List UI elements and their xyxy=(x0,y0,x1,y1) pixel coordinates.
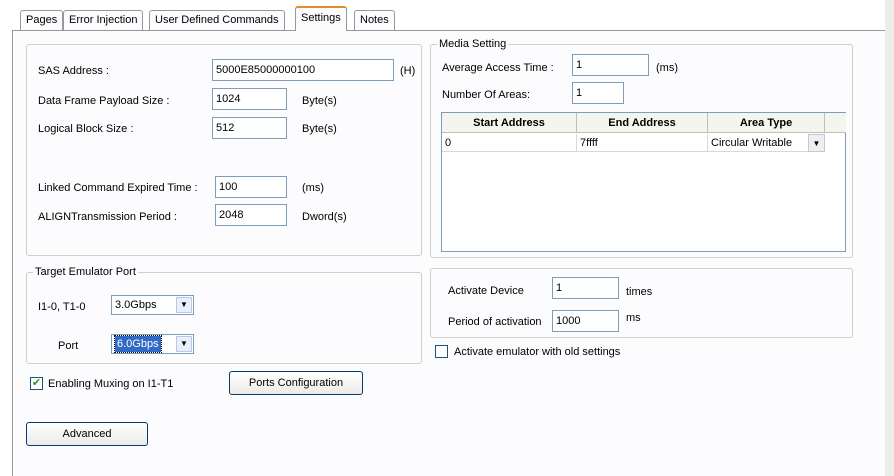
chevron-down-icon[interactable]: ▼ xyxy=(176,297,192,313)
cell-end-address[interactable]: 7ffff xyxy=(577,134,708,152)
payload-size-input[interactable]: 1024 xyxy=(212,88,287,110)
block-size-unit: Byte(s) xyxy=(302,123,337,135)
column-header-start-address[interactable]: Start Address xyxy=(442,113,577,133)
media-setting-title: Media Setting xyxy=(437,37,509,51)
port-speed-select[interactable]: 6.0Gbps ▼ xyxy=(111,334,194,354)
area-type-dropdown-icon[interactable]: ▼ xyxy=(808,134,825,152)
port-speed-value: 6.0Gbps xyxy=(114,335,162,353)
window-edge xyxy=(885,0,894,476)
muxing-label[interactable]: Enabling Muxing on I1-T1 xyxy=(48,377,173,391)
access-time-input[interactable]: 1 xyxy=(572,54,649,76)
align-period-label: ALIGNTransmission Period : xyxy=(38,211,177,223)
tab-label: Pages xyxy=(26,14,58,26)
port-label: Port xyxy=(58,340,79,352)
access-time-label: Average Access Time : xyxy=(442,62,554,74)
period-activation-label: Period of activation xyxy=(448,316,542,328)
linked-command-input[interactable]: 100 xyxy=(215,176,287,198)
tab-pages[interactable]: Pages xyxy=(20,10,64,30)
number-of-areas-label: Number Of Areas: xyxy=(442,89,531,101)
areas-table[interactable]: Start Address End Address Area Type 0 7f… xyxy=(441,112,846,252)
access-time-unit: (ms) xyxy=(656,62,678,74)
sas-address-label: SAS Address : xyxy=(38,65,109,77)
period-activation-input[interactable]: 1000 xyxy=(552,310,619,332)
number-of-areas-input[interactable]: 1 xyxy=(572,82,624,104)
ports-configuration-button[interactable]: Ports Configuration xyxy=(229,371,363,395)
linked-command-unit: (ms) xyxy=(302,182,324,194)
old-settings-checkbox[interactable] xyxy=(435,345,448,358)
tab-label: Settings xyxy=(301,12,341,24)
sas-address-unit: (H) xyxy=(400,65,416,77)
advanced-button[interactable]: Advanced xyxy=(26,422,148,446)
tab-label: Notes xyxy=(360,14,389,26)
align-period-unit: Dword(s) xyxy=(302,211,347,223)
payload-size-unit: Byte(s) xyxy=(302,95,337,107)
activate-device-label: Activate Device xyxy=(448,285,524,297)
column-header-filler xyxy=(825,113,846,133)
linked-command-label: Linked Command Expired Time : xyxy=(38,182,198,194)
target-emulator-port-title: Target Emulator Port xyxy=(33,265,138,279)
i1-t1-speed-value: 3.0Gbps xyxy=(115,299,157,311)
column-header-end-address[interactable]: End Address xyxy=(577,113,708,133)
tab-error-injection[interactable]: Error Injection xyxy=(63,10,144,30)
i1-t1-label: I1-0, T1-0 xyxy=(38,301,86,313)
cell-area-type[interactable]: Circular Writable xyxy=(708,134,808,152)
old-settings-label[interactable]: Activate emulator with old settings xyxy=(454,345,620,359)
column-header-area-type[interactable]: Area Type xyxy=(708,113,825,133)
payload-size-label: Data Frame Payload Size : xyxy=(38,95,170,107)
target-emulator-port-group: Target Emulator Port xyxy=(26,265,422,364)
tab-label: User Defined Commands xyxy=(155,14,279,26)
activate-device-input[interactable]: 1 xyxy=(552,277,619,299)
chevron-down-icon[interactable]: ▼ xyxy=(176,336,192,352)
block-size-label: Logical Block Size : xyxy=(38,123,134,135)
cell-start-address[interactable]: 0 xyxy=(442,134,577,152)
tab-settings[interactable]: Settings xyxy=(295,6,347,31)
align-period-input[interactable]: 2048 xyxy=(215,204,287,226)
i1-t1-speed-select[interactable]: 3.0Gbps ▼ xyxy=(111,295,194,315)
block-size-input[interactable]: 512 xyxy=(212,117,287,139)
tab-label: Error Injection xyxy=(69,14,138,26)
activate-device-unit: times xyxy=(626,286,653,298)
sas-address-input[interactable]: 5000E85000000100 xyxy=(212,59,394,81)
tab-user-defined-commands[interactable]: User Defined Commands xyxy=(149,10,285,30)
period-activation-unit: ms xyxy=(626,312,641,324)
tab-notes[interactable]: Notes xyxy=(354,10,395,30)
muxing-checkbox[interactable]: ✔ xyxy=(30,377,43,390)
